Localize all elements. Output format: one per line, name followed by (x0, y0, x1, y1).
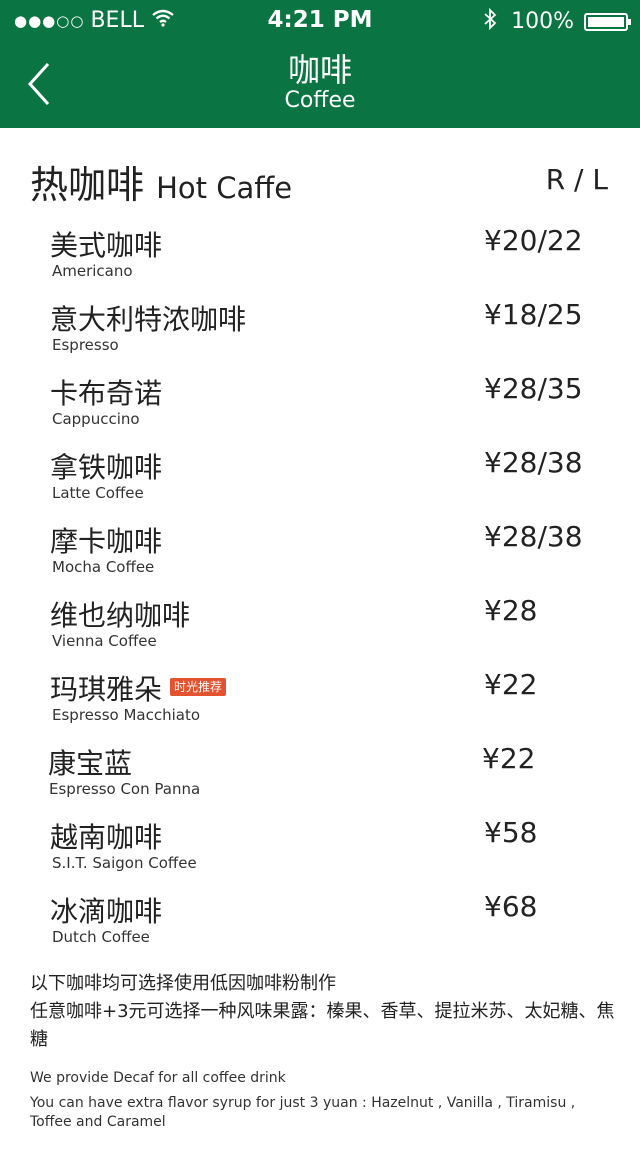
menu-list: 美式咖啡 Americano ¥20/22 意大利特浓咖啡 Espresso ¥… (0, 222, 640, 962)
menu-item-mocha[interactable]: 摩卡咖啡 Mocha Coffee ¥28/38 (0, 518, 640, 592)
page-title: 咖啡 Coffee (0, 54, 640, 112)
nav-header: ●●●○○ BELL 4:21 PM 100% 咖啡 Coffee (0, 0, 640, 128)
section-title: 热咖啡 Hot Caffe (30, 154, 292, 209)
recommended-badge: 时光推荐 (170, 678, 227, 696)
menu-item-macchiato[interactable]: 玛琪雅朵 时光推荐 Espresso Macchiato ¥22 (0, 666, 640, 740)
item-name: 玛琪雅朵 时光推荐 (50, 668, 227, 708)
menu-item-latte[interactable]: 拿铁咖啡 Latte Coffee ¥28/38 (0, 444, 640, 518)
item-english-name: Espresso Con Panna (49, 780, 201, 798)
item-price: ¥68 (484, 890, 538, 923)
item-name: 卡布奇诺 (50, 377, 163, 410)
item-price: ¥18/25 (484, 298, 583, 331)
menu-item-dutch[interactable]: 冰滴咖啡 Dutch Coffee ¥68 (0, 888, 640, 962)
item-price: ¥58 (484, 816, 538, 849)
item-english-name: Vienna Coffee (52, 632, 157, 650)
section-title-cn: 热咖啡 (30, 163, 145, 207)
item-price: ¥22 (484, 668, 538, 701)
item-name: 摩卡咖啡 (50, 525, 163, 558)
item-english-name: Latte Coffee (52, 484, 144, 502)
item-english-name: S.I.T. Saigon Coffee (52, 854, 197, 872)
item-price: ¥28 (484, 594, 538, 627)
item-name: 意大利特浓咖啡 (50, 303, 247, 336)
item-english-name: Dutch Coffee (52, 928, 150, 946)
item-name: 越南咖啡 (50, 821, 163, 854)
item-price: ¥28/38 (484, 446, 583, 479)
bluetooth-icon (483, 7, 497, 35)
battery-icon (584, 12, 631, 31)
page-title-en: Coffee (284, 88, 356, 113)
item-english-name: Mocha Coffee (52, 558, 155, 576)
item-english-name: Espresso Macchiato (52, 706, 201, 724)
item-price: ¥20/22 (484, 224, 583, 257)
item-price: ¥28/35 (484, 372, 583, 405)
menu-item-vienna[interactable]: 维也纳咖啡 Vienna Coffee ¥28 (0, 592, 640, 666)
menu-notes: 以下咖啡均可选择使用低因咖啡粉制作 任意咖啡+3元可选择一种风味果露：榛果、香草… (30, 970, 620, 1132)
menu-item-espresso[interactable]: 意大利特浓咖啡 Espresso ¥18/25 (0, 296, 640, 370)
note-decaf-cn: 以下咖啡均可选择使用低因咖啡粉制作 (30, 973, 336, 994)
menu-item-saigon[interactable]: 越南咖啡 S.I.T. Saigon Coffee ¥58 (0, 814, 640, 888)
status-right: 100% (483, 7, 631, 35)
item-english-name: Espresso (52, 336, 119, 354)
menu-item-cappuccino[interactable]: 卡布奇诺 Cappuccino ¥28/35 (0, 370, 640, 444)
note-syrup-en: You can have extra flavor syrup for just… (30, 1095, 576, 1130)
note-syrup-cn: 任意咖啡+3元可选择一种风味果露：榛果、香草、提拉米苏、太妃糖、焦糖 (30, 1001, 615, 1050)
item-name: 美式咖啡 (50, 229, 163, 262)
battery-percent: 100% (511, 9, 574, 34)
item-name-text: 玛琪雅朵 (50, 673, 163, 706)
item-price: ¥22 (482, 742, 536, 775)
status-bar: ●●●○○ BELL 4:21 PM 100% (0, 0, 640, 40)
size-label: R / L (545, 163, 608, 196)
section-title-en: Hot Caffe (156, 171, 293, 205)
note-decaf-en: We provide Decaf for all coffee drink (30, 1070, 286, 1086)
item-name: 康宝蓝 (48, 747, 133, 780)
page-title-cn: 咖啡 (287, 51, 352, 89)
menu-item-americano[interactable]: 美式咖啡 Americano ¥20/22 (0, 222, 640, 296)
item-price: ¥28/38 (484, 520, 583, 553)
item-name: 拿铁咖啡 (50, 451, 163, 484)
item-name: 冰滴咖啡 (50, 895, 163, 928)
item-name: 维也纳咖啡 (50, 599, 191, 632)
item-english-name: Cappuccino (52, 410, 140, 428)
item-english-name: Americano (52, 262, 133, 280)
menu-item-con-panna[interactable]: 康宝蓝 Espresso Con Panna ¥22 (0, 740, 640, 814)
